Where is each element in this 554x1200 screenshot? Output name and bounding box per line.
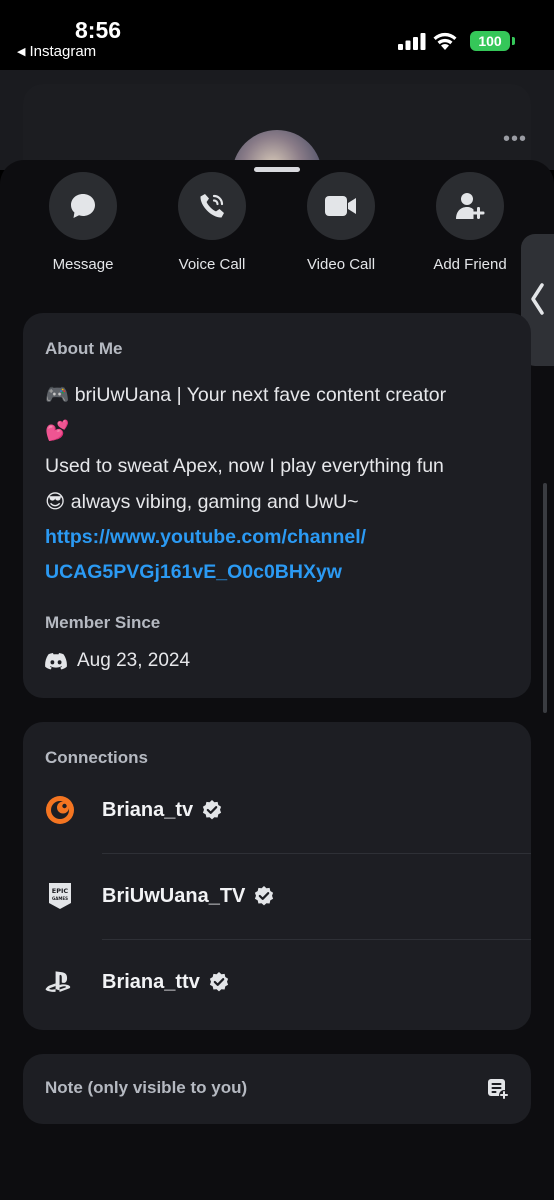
verified-check-icon [255, 886, 274, 906]
playstation-icon [45, 967, 75, 997]
discord-icon [45, 652, 67, 669]
voice-call-button[interactable]: Voice Call [157, 172, 267, 273]
connection-name-wrap: BriUwUana_TV [102, 885, 275, 908]
note-field[interactable]: Note (only visible to you) [23, 1054, 531, 1124]
scrollbar[interactable] [543, 483, 547, 713]
member-since-row: Aug 23, 2024 [45, 650, 190, 672]
member-since-date: Aug 23, 2024 [77, 650, 191, 671]
verified-check-icon [209, 972, 228, 992]
phone-call-icon [200, 194, 224, 218]
svg-text:GAMES: GAMES [52, 896, 68, 901]
message-button[interactable]: Message [28, 172, 138, 273]
connections-title: Connections [45, 748, 148, 767]
add-friend-button[interactable]: Add Friend [415, 172, 525, 273]
status-bar: 8:56 ◀ Instagram 100 [0, 0, 554, 70]
hearts-emoji: 💕 [45, 419, 70, 442]
bio-text: 🎮 briUwUana | Your next fave content cre… [45, 377, 515, 590]
back-arrow-icon: ◀ [17, 46, 26, 58]
connection-row-playstation[interactable]: Briana_ttv [23, 939, 531, 1025]
voice-call-label: Voice Call [178, 256, 246, 273]
crunchyroll-icon [45, 795, 75, 825]
connection-name: Briana_ttv [102, 970, 200, 993]
sunglasses-emoji: 😎 [45, 490, 66, 513]
about-me-card: About Me 🎮 briUwUana | Your next fave co… [23, 313, 531, 698]
battery-nub [512, 37, 515, 45]
video-call-button[interactable]: Video Call [286, 172, 396, 273]
status-time: 8:56 [75, 17, 122, 43]
add-friend-icon [456, 193, 485, 219]
verified-check-icon [203, 800, 222, 820]
connection-name-wrap: Briana_ttv [102, 971, 230, 994]
svg-text:EPIC: EPIC [52, 887, 69, 895]
wifi-icon [433, 32, 457, 50]
chevron-left-icon [531, 283, 544, 315]
more-options-icon[interactable]: ••• [503, 128, 527, 151]
message-bubble-icon [71, 194, 95, 218]
message-label: Message [52, 256, 114, 273]
bio-line-2: 💕 [45, 413, 515, 449]
bio-line-4: 😎 always vibing, gaming and UwU~ [45, 484, 515, 520]
bio-line-3: Used to sweat Apex, now I play everythin… [45, 455, 444, 477]
youtube-link-line-2: UCAG5PVGj161vE_O0c0BHXyw [45, 561, 342, 583]
connection-row-epic-games[interactable]: EPIC GAMES BriUwUana_TV [23, 853, 531, 939]
message-button-circle [49, 172, 117, 240]
back-app-label: Instagram [29, 43, 97, 60]
add-friend-button-circle [436, 172, 504, 240]
connection-name-wrap: Briana_tv [102, 799, 223, 822]
video-call-button-circle [307, 172, 375, 240]
bio-line-1: 🎮 briUwUana | Your next fave content cre… [45, 377, 515, 413]
bio-line-4-text: always vibing, gaming and UwU~ [70, 491, 359, 513]
member-since-title: Member Since [45, 613, 161, 632]
note-placeholder: Note (only visible to you) [45, 1078, 248, 1097]
video-camera-icon [325, 196, 356, 216]
video-call-label: Video Call [306, 256, 376, 273]
connection-name: BriUwUana_TV [102, 884, 246, 907]
epic-games-icon: EPIC GAMES [45, 881, 75, 911]
cellular-signal-icon [398, 33, 426, 50]
add-note-icon[interactable] [487, 1078, 509, 1100]
about-me-title: About Me [45, 339, 123, 358]
youtube-link-line-1: https://www.youtube.com/channel/ [45, 526, 367, 548]
voice-call-button-circle [178, 172, 246, 240]
add-friend-label: Add Friend [433, 256, 507, 273]
youtube-link[interactable]: https://www.youtube.com/channel/ UCAG5PV… [45, 520, 515, 590]
battery-indicator: 100 [470, 31, 510, 51]
gamepad-emoji: 🎮 [45, 383, 70, 406]
connection-name: Briana_tv [102, 798, 194, 821]
bio-line-1-text: briUwUana | Your next fave content creat… [74, 384, 447, 406]
back-to-app-button[interactable]: ◀ Instagram [17, 43, 96, 60]
connection-row-crunchyroll[interactable]: Briana_tv [23, 767, 531, 853]
connections-card: Connections Briana_tv EPIC GAMES BriUwUa… [23, 722, 531, 1030]
profile-actions: Message Voice Call Video Call Add Friend [0, 172, 554, 282]
